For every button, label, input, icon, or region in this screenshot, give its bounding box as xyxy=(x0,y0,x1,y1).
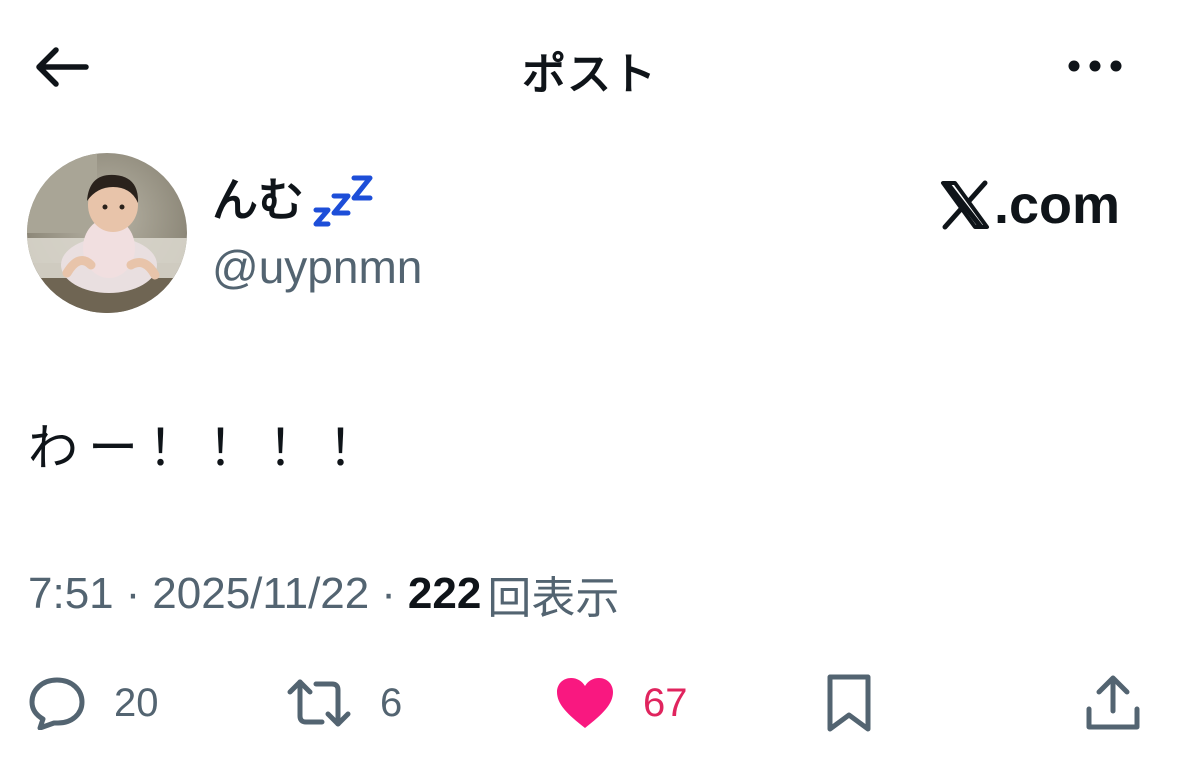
meta-separator: · xyxy=(381,569,396,618)
display-name: んむ xyxy=(212,173,304,227)
reply-button[interactable]: 20 xyxy=(28,668,159,738)
repost-button[interactable]: 6 xyxy=(286,668,402,738)
post-meta: 7:51 · 2025/11/22 · 222 回表示 xyxy=(28,562,619,626)
source-xcom-link[interactable]: .com xyxy=(940,174,1120,236)
action-bar: 20 6 67 xyxy=(0,668,1179,738)
more-dots-icon xyxy=(1068,60,1122,72)
post-time[interactable]: 7:51 xyxy=(28,569,114,619)
bookmark-button[interactable] xyxy=(822,668,876,738)
source-label: .com xyxy=(994,175,1121,235)
repost-count: 6 xyxy=(380,680,403,725)
zzz-emoji-icon xyxy=(310,166,374,230)
user-handle[interactable]: @uypnmn xyxy=(212,240,422,294)
more-options-button[interactable] xyxy=(1060,44,1130,88)
views-label: 回表示 xyxy=(487,573,620,624)
avatar[interactable] xyxy=(27,153,187,313)
bookmark-icon xyxy=(827,674,871,732)
share-button[interactable] xyxy=(1084,668,1142,738)
post-text: わー！！！！ xyxy=(28,419,388,477)
meta-separator: · xyxy=(125,569,141,618)
views-count[interactable]: 222 xyxy=(408,569,481,619)
like-button[interactable]: 67 xyxy=(555,668,688,738)
share-icon xyxy=(1086,675,1140,730)
repost-icon xyxy=(287,679,351,727)
post-date[interactable]: 2025/11/22 xyxy=(152,569,369,619)
page-title: ポスト xyxy=(522,49,657,100)
x-logo-icon xyxy=(941,180,989,230)
like-count: 67 xyxy=(643,680,688,725)
heart-filled-icon xyxy=(557,678,613,728)
post-detail-screen: ポスト んむ @uypnmn .com わー！！！！ 7:51 · 2025/1… xyxy=(0,0,1179,770)
author-name-row[interactable]: んむ xyxy=(212,162,374,230)
avatar-photo xyxy=(27,153,187,313)
reply-count: 20 xyxy=(114,680,159,725)
reply-icon xyxy=(29,677,85,730)
